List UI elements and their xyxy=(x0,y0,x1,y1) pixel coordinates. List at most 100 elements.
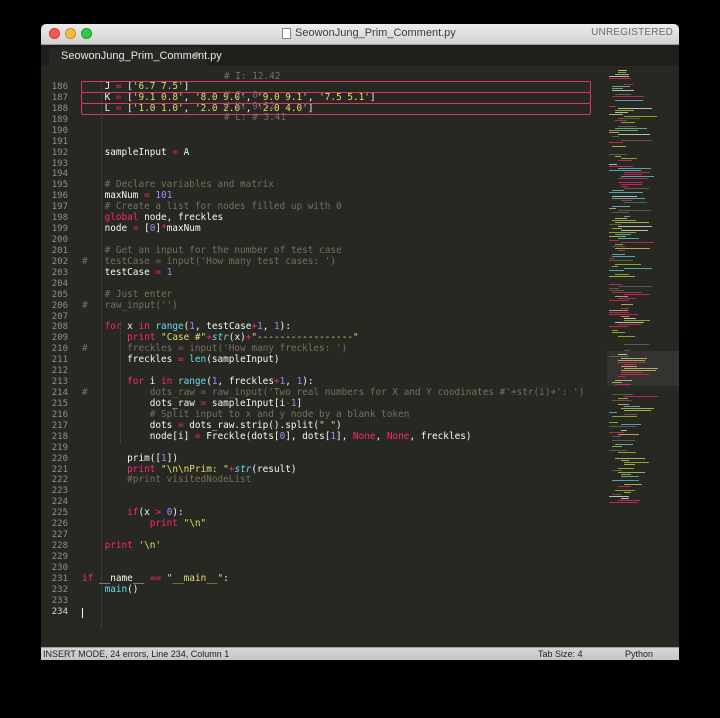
status-mode-info: INSERT MODE, 24 errors, Line 234, Column… xyxy=(43,649,230,659)
minimap-line xyxy=(618,286,652,287)
minimap-line xyxy=(609,426,636,427)
syntax-selector[interactable]: Python xyxy=(625,649,653,659)
line-number: 204 xyxy=(51,278,68,289)
minimap-line xyxy=(609,164,617,165)
minimap-line xyxy=(609,422,618,423)
line-number: 224 xyxy=(51,497,68,508)
minimap-line xyxy=(609,130,638,131)
line-number: 221 xyxy=(51,464,68,475)
minimap-line xyxy=(615,74,629,75)
title-bar: SeowonJung_Prim_Comment.py UNREGISTERED xyxy=(41,24,679,45)
minimize-window-button[interactable] xyxy=(65,28,76,39)
minimap-line xyxy=(624,464,635,465)
minimap-line xyxy=(609,450,627,451)
code-line[interactable]: 199 node = [0]*maxNum xyxy=(41,223,601,235)
code-line[interactable]: 211 freckles = len(sampleInput) xyxy=(41,354,601,366)
minimap-line xyxy=(615,322,644,323)
code-line[interactable]: 228 print '\n' xyxy=(41,540,601,552)
minimap-line xyxy=(612,332,625,333)
minimap-line xyxy=(612,400,632,401)
minimap-line xyxy=(624,368,658,369)
minimap-line xyxy=(621,200,632,201)
minimap-line xyxy=(624,172,650,173)
code-line[interactable]: 192 sampleInput = A xyxy=(41,147,601,159)
code-line[interactable]: 190 xyxy=(41,126,601,137)
minimap-line xyxy=(624,406,640,407)
code-line[interactable]: 223 xyxy=(41,486,601,497)
code-line[interactable]: 203 testCase = 1 xyxy=(41,266,601,279)
line-number: 215 xyxy=(51,398,68,409)
minimap-line xyxy=(618,178,648,179)
minimap-line xyxy=(618,404,629,405)
code-line[interactable]: 218 node[i] = Freckle(dots[0], dots[1], … xyxy=(41,431,601,443)
minimap-line xyxy=(621,498,629,499)
code-line[interactable]: 222 #print visitedNodeList xyxy=(41,475,601,486)
minimap[interactable] xyxy=(607,66,679,647)
minimap-line xyxy=(615,384,631,385)
line-number: 216 xyxy=(51,409,68,420)
tab-dirty-dot-icon[interactable]: ● xyxy=(194,50,199,60)
line-number: 193 xyxy=(51,158,68,169)
code-text: print '\n' xyxy=(104,540,162,552)
zoom-window-button[interactable] xyxy=(81,28,92,39)
minimap-line xyxy=(612,90,634,91)
minimap-line xyxy=(609,284,622,285)
minimap-line xyxy=(618,226,652,227)
minimap-line xyxy=(615,218,627,219)
minimap-line xyxy=(609,326,628,327)
minimap-line xyxy=(615,248,650,249)
minimap-line xyxy=(618,398,628,399)
minimap-line xyxy=(612,480,639,481)
minimap-line xyxy=(612,190,624,191)
minimap-line xyxy=(618,486,631,487)
line-number: 191 xyxy=(51,136,68,147)
code-editor[interactable]: # I: 12.42 186 J = ['6.7 7.5'] 187 K = ['9… xyxy=(41,66,679,647)
code-line[interactable]: 229 xyxy=(41,552,601,563)
code-line[interactable]: 219 xyxy=(41,443,601,454)
minimap-line xyxy=(609,106,616,107)
minimap-line xyxy=(621,122,635,123)
line-number: 220 xyxy=(51,453,68,464)
minimap-line xyxy=(618,70,627,71)
line-number: 198 xyxy=(51,213,68,224)
tab-file[interactable]: SeowonJung_Prim_Comment.py ● xyxy=(49,47,222,66)
code-line[interactable]: 234 xyxy=(41,607,601,618)
minimap-line xyxy=(618,160,632,161)
minimap-line xyxy=(624,216,630,217)
minimap-line xyxy=(618,376,625,377)
line-number: 205 xyxy=(51,289,68,300)
code-line[interactable]: 193 xyxy=(41,159,601,170)
close-window-button[interactable] xyxy=(49,28,60,39)
code-line[interactable]: 189 xyxy=(41,115,601,126)
line-number: 213 xyxy=(51,377,68,388)
minimap-line xyxy=(615,458,645,459)
line-number: 212 xyxy=(51,366,68,377)
code-line[interactable]: 232 main() xyxy=(41,584,601,596)
code-line[interactable]: 220 prim([1]) xyxy=(41,453,601,465)
minimap-line xyxy=(609,170,641,171)
minimap-line xyxy=(618,108,652,109)
minimap-line xyxy=(612,198,645,199)
unregistered-label: UNREGISTERED xyxy=(591,27,673,38)
minimap-line xyxy=(621,430,627,431)
code-text: testCase = 1 xyxy=(82,266,173,278)
minimap-line xyxy=(618,250,625,251)
minimap-line xyxy=(624,202,647,203)
code-line[interactable]: 206 # raw_input('') xyxy=(41,300,601,312)
error-outline xyxy=(81,102,591,115)
line-number: 203 xyxy=(51,267,68,278)
minimap-line xyxy=(621,424,641,425)
minimap-line xyxy=(609,236,626,237)
minimap-line xyxy=(612,446,622,447)
minimap-line xyxy=(609,288,619,289)
document-icon xyxy=(282,28,291,39)
code-line[interactable]: 191 xyxy=(41,137,601,148)
minimap-line xyxy=(612,212,629,213)
minimap-line xyxy=(609,192,643,193)
tab-size-selector[interactable]: Tab Size: 4 xyxy=(538,649,583,659)
minimap-line xyxy=(624,396,658,397)
code-line[interactable]: 233 xyxy=(41,596,601,607)
minimap-line xyxy=(609,76,629,77)
code-line[interactable]: 226 print "\n" xyxy=(41,518,601,530)
minimap-line xyxy=(618,298,636,299)
